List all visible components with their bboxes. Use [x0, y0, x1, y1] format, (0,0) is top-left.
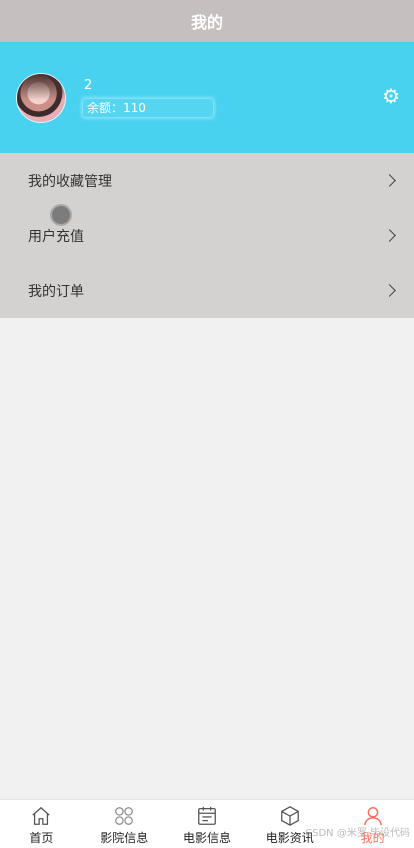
gear-icon[interactable]: ⚙: [382, 86, 400, 106]
chevron-right-icon: [383, 229, 396, 242]
menu-list: 我的收藏管理 用户充值 我的订单: [0, 153, 414, 318]
avatar-hair-decoration: [17, 73, 65, 100]
watermark: CSDN @米罗 毕设代码: [305, 828, 410, 839]
balance-label: 余额：: [87, 100, 124, 115]
nav-label: 电影信息: [182, 831, 231, 845]
balance-value: 110: [123, 100, 146, 115]
app-root: 我的 2 余额： 110 ⚙ 我的收藏管理 用户充值 我的订单 首页 影院信息 …: [0, 0, 414, 848]
touch-indicator: [50, 204, 72, 226]
username: 2: [84, 77, 93, 93]
nav-movie-info[interactable]: 电影信息: [166, 800, 249, 848]
home-icon: [32, 806, 51, 825]
balance-box: 余额： 110: [82, 97, 214, 118]
chevron-right-icon: [383, 284, 396, 297]
nav-label: 影院信息: [100, 831, 149, 845]
chevron-right-icon: [383, 174, 396, 187]
menu-item-label: 用户充值: [28, 228, 84, 245]
menu-item-label: 我的订单: [28, 283, 84, 300]
user-info: 2 余额： 110: [82, 78, 214, 118]
profile-header: 2 余额： 110 ⚙: [0, 42, 414, 153]
avatar[interactable]: [16, 72, 66, 123]
nav-home[interactable]: 首页: [0, 800, 83, 848]
clover-icon: [115, 807, 134, 825]
menu-item-orders[interactable]: 我的订单: [0, 263, 414, 318]
menu-item-favorites[interactable]: 我的收藏管理: [0, 153, 414, 208]
menu-item-label: 我的收藏管理: [28, 173, 112, 190]
page-title: 我的: [190, 13, 223, 32]
title-bar: 我的: [0, 0, 414, 42]
box-icon: [280, 806, 299, 826]
calendar-icon: [198, 806, 216, 825]
nav-label: 首页: [29, 831, 54, 845]
bottom-nav: 首页 影院信息 电影信息 电影资讯 我的 CSDN @米罗 毕设代码: [0, 799, 414, 848]
nav-cinema-info[interactable]: 影院信息: [83, 800, 166, 848]
